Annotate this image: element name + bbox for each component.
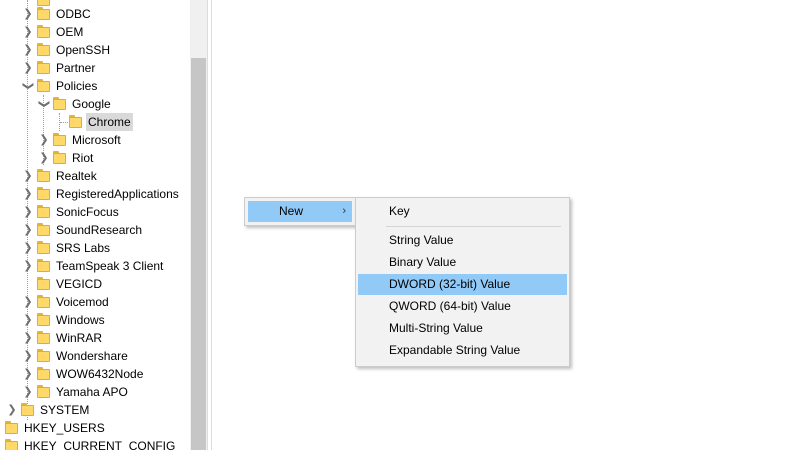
scrollbar-thumb[interactable]	[191, 58, 206, 450]
chevron-right-icon[interactable]: ❯	[22, 5, 34, 23]
folder-icon	[37, 367, 50, 380]
tree-item-label: OpenSSH	[56, 43, 111, 57]
chevron-right-icon[interactable]: ❯	[38, 131, 50, 149]
folder-icon	[53, 151, 66, 164]
tree-item-label: Policies	[56, 79, 98, 93]
folder-icon	[53, 97, 66, 110]
context-menu: New ›	[244, 197, 356, 226]
menu-item-qword-value[interactable]: QWORD (64-bit) Value	[358, 296, 567, 317]
tree-item-label: Google	[72, 97, 111, 111]
tree-item-label: OEM	[56, 25, 84, 39]
folder-icon	[37, 313, 50, 326]
folder-icon	[5, 439, 18, 450]
tree-scrollbar[interactable]	[190, 0, 207, 450]
tree-item-label: TeamSpeak 3 Client	[56, 259, 164, 273]
chevron-right-icon[interactable]: ❯	[22, 311, 34, 329]
tree-connector	[60, 122, 68, 123]
folder-icon	[37, 241, 50, 254]
folder-icon	[37, 7, 50, 20]
tree-item-label: SYSTEM	[40, 403, 90, 417]
registry-tree[interactable]: ❯ ODBC ❯ OEM ❯ OpenSSH ❯ Partner ❯ Polic…	[0, 0, 190, 450]
menu-item-label: New	[279, 204, 304, 218]
chevron-right-icon[interactable]: ❯	[22, 293, 34, 311]
chevron-right-icon[interactable]: ❯	[22, 239, 34, 257]
tree-item-label: Partner	[56, 61, 96, 75]
chevron-right-icon[interactable]: ❯	[22, 203, 34, 221]
menu-separator	[386, 226, 561, 227]
tree-item-label: VEGICD	[56, 277, 103, 291]
chevron-right-icon[interactable]: ❯	[22, 365, 34, 383]
tree-item-label: SonicFocus	[56, 205, 119, 219]
menu-item-string-value[interactable]: String Value	[358, 230, 567, 251]
tree-item-label: Voicemod	[56, 295, 109, 309]
chevron-down-icon[interactable]: ❯	[19, 80, 37, 92]
chevron-right-icon[interactable]: ❯	[22, 41, 34, 59]
chevron-right-icon[interactable]: ❯	[38, 149, 50, 167]
menu-item-multi-string-value[interactable]: Multi-String Value	[358, 318, 567, 339]
folder-icon	[37, 295, 50, 308]
chevron-right-icon[interactable]: ❯	[22, 23, 34, 41]
tree-item-label: Realtek	[56, 169, 97, 183]
tree-item-label: Wondershare	[56, 349, 128, 363]
folder-icon	[37, 187, 50, 200]
chevron-right-icon[interactable]: ❯	[22, 59, 34, 77]
folder-icon	[37, 277, 50, 290]
menu-item-key[interactable]: Key	[358, 201, 567, 222]
folder-icon	[21, 403, 34, 416]
folder-icon	[37, 349, 50, 362]
tree-item-label: HKEY_CURRENT_CONFIG	[24, 439, 176, 450]
tree-item-label: Windows	[56, 313, 105, 327]
chevron-right-icon[interactable]: ❯	[22, 329, 34, 347]
folder-icon	[37, 0, 50, 6]
tree-item-label: Yamaha APO	[56, 385, 128, 399]
chevron-right-icon: ›	[342, 205, 346, 217]
folder-icon	[37, 61, 50, 74]
folder-icon	[37, 205, 50, 218]
chevron-right-icon[interactable]: ❯	[22, 221, 34, 239]
folder-icon	[53, 133, 66, 146]
folder-icon	[37, 223, 50, 236]
tree-item-label: WOW6432Node	[56, 367, 144, 381]
menu-item-binary-value[interactable]: Binary Value	[358, 252, 567, 273]
folder-icon	[37, 169, 50, 182]
new-submenu: Key String Value Binary Value DWORD (32-…	[355, 197, 570, 367]
chevron-right-icon[interactable]: ❯	[22, 167, 34, 185]
chevron-right-icon[interactable]: ❯	[22, 185, 34, 203]
chevron-right-icon[interactable]: ❯	[6, 401, 18, 419]
tree-item-label: WinRAR	[56, 331, 103, 345]
folder-icon	[37, 43, 50, 56]
menu-item-new[interactable]: New ›	[248, 201, 352, 222]
tree-item-label: HKEY_USERS	[24, 421, 105, 435]
menu-item-dword-value[interactable]: DWORD (32-bit) Value	[358, 274, 567, 295]
folder-icon	[37, 259, 50, 272]
tree-item-label: Microsoft	[72, 133, 121, 147]
menu-item-expandable-string-value[interactable]: Expandable String Value	[358, 340, 567, 361]
tree-item-label: Riot	[72, 151, 94, 165]
folder-icon	[37, 25, 50, 38]
tree-item-label: RegisteredApplications	[56, 187, 179, 201]
folder-icon	[37, 79, 50, 92]
folder-icon	[5, 421, 18, 434]
tree-item-label: ODBC	[56, 7, 91, 21]
tree-item-label: Chrome	[86, 113, 133, 131]
tree-item-label: SRS Labs	[56, 241, 111, 255]
chevron-right-icon[interactable]: ❯	[22, 383, 34, 401]
chevron-right-icon[interactable]: ❯	[22, 347, 34, 365]
tree-item-label: SoundResearch	[56, 223, 143, 237]
folder-icon	[37, 385, 50, 398]
chevron-down-icon[interactable]: ❯	[35, 98, 53, 110]
folder-icon	[69, 115, 82, 128]
chevron-right-icon[interactable]: ❯	[22, 257, 34, 275]
folder-icon	[37, 331, 50, 344]
